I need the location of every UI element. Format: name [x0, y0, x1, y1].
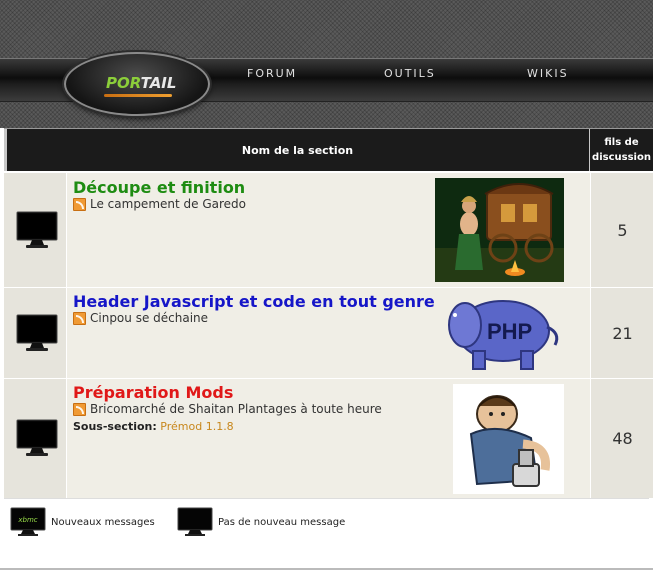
legend-new-messages: xbmc Nouveaux messages [10, 507, 155, 537]
last-topic[interactable]: Cinpou se déchaine [73, 311, 208, 325]
portail-logo[interactable]: PORTAIL [64, 52, 210, 116]
svg-text:xbmc: xbmc [17, 516, 37, 524]
forum-status-cell [4, 288, 67, 378]
last-topic-text: Le campement de Garedo [90, 197, 246, 211]
rss-icon [73, 311, 86, 325]
legend-no-new-messages-label: Pas de nouveau message [218, 516, 346, 528]
column-header-name: Nom de la section [241, 143, 354, 157]
forum-title[interactable]: Header Javascript et code en tout genre [73, 292, 435, 311]
forum-row: Header Javascript et code en tout genre … [4, 287, 653, 378]
no-new-messages-icon [177, 507, 213, 536]
subsection-label: Sous-section: [73, 420, 157, 433]
last-topic[interactable]: Bricomarché de Shaitan Plantages à toute… [73, 402, 382, 416]
last-topic[interactable]: Le campement de Garedo [73, 197, 246, 211]
rss-icon [73, 197, 86, 211]
svg-text:PHP: PHP [487, 319, 532, 344]
forum-status-cell [4, 173, 67, 287]
topic-count: 48 [590, 379, 653, 498]
topic-count: 5 [590, 173, 653, 287]
logo-text: PORTAIL [106, 74, 177, 92]
php-elephant-image: PHP [448, 300, 559, 370]
legend-new-messages-label: Nouveaux messages [51, 516, 155, 528]
forum-table: Nom de la section fils de discussion Déc… [4, 128, 653, 499]
no-new-messages-icon [16, 211, 58, 248]
forum-status-cell [4, 379, 67, 498]
forum-row: Découpe et finition Le campement de Gare… [4, 172, 653, 287]
logo-underline [104, 94, 172, 97]
new-messages-icon: xbmc [10, 507, 46, 536]
legend-no-new-messages: Pas de nouveau message [177, 507, 345, 537]
no-new-messages-icon [16, 419, 58, 456]
footer-divider [0, 568, 653, 570]
nav-forum[interactable]: FORUM [247, 67, 297, 80]
subsection-link[interactable]: Prémod 1.1.8 [160, 420, 233, 433]
gypsy-caravan-image [435, 178, 564, 282]
column-header-count: fils de discussion [590, 135, 653, 165]
nav-outils[interactable]: OUTILS [384, 67, 436, 80]
no-new-messages-icon [16, 314, 58, 351]
last-topic-text: Cinpou se déchaine [90, 311, 209, 325]
topic-count: 21 [590, 288, 653, 378]
mechanic-cartoon-image [453, 384, 564, 494]
forum-title[interactable]: Préparation Mods [73, 383, 233, 402]
forum-title[interactable]: Découpe et finition [73, 178, 245, 197]
table-header: Nom de la section fils de discussion [4, 129, 653, 171]
nav-wikis[interactable]: WIKIS [527, 67, 569, 80]
legend: xbmc Nouveaux messages Pas de nouveau me… [4, 498, 649, 569]
last-topic-text: Bricomarché de Shaitan Plantages à toute… [90, 402, 382, 416]
subsection-line: Sous-section: Prémod 1.1.8 [73, 420, 234, 433]
forum-row: Préparation Mods Bricomarché de Shaitan … [4, 378, 653, 498]
column-header-count-line2: discussion [592, 152, 651, 163]
rss-icon [73, 402, 86, 416]
column-header-count-line1: fils de [604, 137, 639, 148]
